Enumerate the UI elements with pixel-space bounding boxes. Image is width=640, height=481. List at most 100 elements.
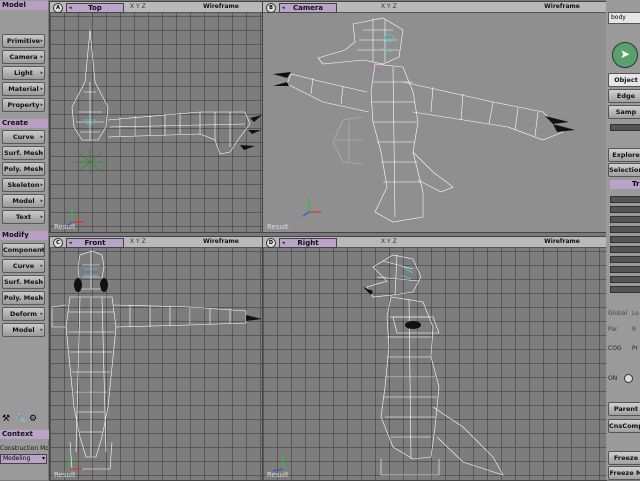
viewport-icons[interactable]: X Y Z — [381, 238, 397, 246]
primitive-button[interactable]: Primitive ▸ — [2, 34, 45, 48]
gear-icon[interactable]: ⚙ — [29, 414, 37, 424]
explore-button[interactable]: Explore — [608, 148, 640, 162]
dropdown-icon: ◂ — [69, 240, 72, 246]
create-surf-mesh-button[interactable]: Surf. Mesh ▸ — [2, 146, 45, 160]
tool-icons-row: ⚒ 🔧 ⚙ — [2, 414, 46, 426]
viewport-status: Result — [54, 223, 76, 231]
cursor-arrow-icon: ➤ — [620, 47, 631, 61]
section-header-create[interactable]: Create — [0, 119, 48, 128]
object-name-field[interactable]: body — [608, 12, 640, 24]
slider-track[interactable] — [610, 266, 640, 273]
global-label: Global — [608, 310, 628, 317]
mode-select-value: Modeling — [3, 455, 31, 462]
section-header-modify[interactable]: Modify — [0, 231, 48, 240]
selection-button[interactable]: Selection — [608, 163, 640, 177]
viewport-icons[interactable]: X Y Z — [381, 3, 397, 11]
modify-surf-mesh-button[interactable]: Surf. Mesh ▸ — [2, 275, 45, 289]
radio-button[interactable] — [624, 374, 633, 383]
wrench-icon[interactable]: 🔧 — [15, 414, 26, 424]
slider-track[interactable] — [610, 196, 640, 203]
samp-button[interactable]: Samp — [608, 105, 640, 119]
on-label: ON — [608, 375, 618, 382]
mode-select[interactable]: Modeling ▾ — [0, 454, 47, 464]
left-toolbar: Model Primitive ▸ Camera ▸ Light ▸ Material… — [0, 0, 50, 480]
dropdown-icon: ◂ — [282, 240, 285, 246]
viewport-front[interactable]: C ◂ Front X Y Z Wireframe Result — [49, 236, 263, 481]
cnscomp-button[interactable]: CnsComp — [608, 419, 640, 433]
construction-mode-label: Construction Mode — [0, 445, 48, 452]
viewport-top[interactable]: A ◂ Top X Y Z Wireframe Result — [49, 1, 263, 233]
modify-poly-mesh-button[interactable]: Poly. Mesh ▸ — [2, 291, 45, 305]
viewport-camera[interactable]: B ◂ Camera X Y Z Wireframe Result — [262, 1, 607, 233]
create-poly-mesh-button[interactable]: Poly. Mesh ▸ — [2, 162, 45, 176]
create-skeleton-button[interactable]: Skeleton ▸ — [2, 178, 45, 192]
shading-mode-menu[interactable]: Wireframe — [543, 238, 581, 246]
section-header-model[interactable]: Model — [0, 1, 48, 10]
modify-deform-button[interactable]: Deform ▸ — [2, 307, 45, 321]
slider-track[interactable] — [610, 226, 640, 233]
shading-mode-menu[interactable]: Wireframe — [202, 238, 240, 246]
par-label: Par — [608, 326, 618, 333]
freeze-button[interactable]: Freeze — [608, 451, 640, 465]
cog-label: COG — [608, 345, 622, 352]
context-label: Context — [0, 430, 50, 439]
slider-track[interactable] — [610, 276, 640, 283]
dropdown-icon: ◂ — [69, 5, 72, 11]
slider-track[interactable] — [610, 216, 640, 223]
dropdown-icon: ▸ — [40, 263, 43, 269]
viewport-icons[interactable]: X Y Z — [130, 238, 146, 246]
dropdown-icon: ▸ — [40, 166, 43, 172]
dropdown-icon: ▸ — [40, 279, 43, 285]
modify-component-button[interactable]: Component ▸ — [2, 243, 45, 257]
dropdown-icon: ▸ — [40, 102, 43, 108]
dropdown-icon: ▸ — [40, 38, 43, 44]
transform-tab[interactable]: Tr — [610, 180, 640, 189]
dropdown-icon: ◂ — [282, 5, 285, 11]
edge-button[interactable]: Edge — [608, 89, 640, 103]
dropdown-icon: ▸ — [40, 295, 43, 301]
dropdown-icon: ▸ — [40, 86, 43, 92]
chevron-down-icon: ▾ — [41, 455, 45, 462]
viewport-status: Result — [267, 471, 289, 479]
slider-track[interactable] — [610, 286, 640, 293]
modify-curve-button[interactable]: Curve ▸ — [2, 259, 45, 273]
viewport-status: Result — [267, 223, 289, 231]
r-label: R — [632, 326, 637, 333]
slider-track[interactable] — [610, 236, 640, 243]
object-button[interactable]: Object — [608, 73, 640, 87]
viewport-right[interactable]: D ◂ Right X Y Z Wireframe Result — [262, 236, 607, 481]
right-view-wireframe — [272, 254, 504, 476]
slider-track[interactable] — [610, 256, 640, 263]
create-model-button[interactable]: Model ▸ — [2, 194, 45, 208]
viewport-icons[interactable]: X Y Z — [130, 3, 146, 11]
freeze-m-button[interactable]: Freeze M — [608, 466, 640, 480]
dropdown-icon: ▸ — [40, 150, 43, 156]
modify-model-button[interactable]: Model ▸ — [2, 323, 45, 337]
dropdown-icon: ▸ — [40, 327, 43, 333]
slider-track[interactable] — [610, 206, 640, 213]
dropdown-icon: ▸ — [40, 311, 43, 317]
dropdown-icon: ▸ — [40, 70, 43, 76]
slider-track[interactable] — [610, 124, 640, 131]
camera-view-wireframe — [273, 17, 575, 223]
create-text-button[interactable]: Text ▸ — [2, 210, 45, 224]
top-view-wireframe — [66, 29, 262, 227]
create-curve-button[interactable]: Curve ▸ — [2, 130, 45, 144]
dropdown-icon: ▸ — [40, 214, 43, 220]
front-view-wireframe — [51, 250, 262, 470]
select-tool-button[interactable]: ➤ — [612, 42, 638, 68]
dropdown-icon: ▸ — [40, 182, 43, 188]
light-button[interactable]: Light ▸ — [2, 66, 45, 80]
hammer-icon[interactable]: ⚒ — [2, 414, 10, 424]
dropdown-icon: ▸ — [40, 134, 43, 140]
parent-button[interactable]: Parent — [608, 402, 640, 416]
slider-track[interactable] — [610, 246, 640, 253]
property-button[interactable]: Property ▸ — [2, 98, 45, 112]
material-button[interactable]: Material ▸ — [2, 82, 45, 96]
right-toolbar: body ➤ Object Edge Samp Explore Selectio… — [606, 0, 640, 480]
dropdown-icon: ▸ — [40, 247, 43, 253]
camera-button[interactable]: Camera ▸ — [2, 50, 45, 64]
local-label: Lo — [632, 310, 639, 317]
shading-mode-menu[interactable]: Wireframe — [202, 3, 240, 11]
shading-mode-menu[interactable]: Wireframe — [543, 3, 581, 11]
